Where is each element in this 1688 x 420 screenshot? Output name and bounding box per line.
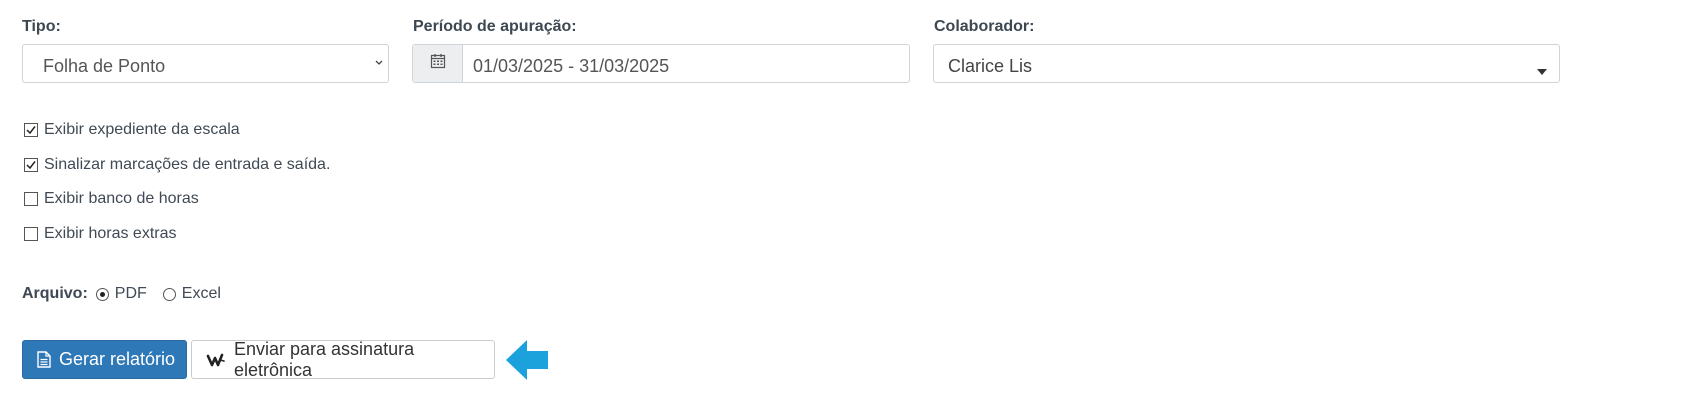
radio-label: Excel: [181, 285, 221, 302]
radio-button[interactable]: [95, 287, 109, 301]
option-label: Exibir expediente da escala: [44, 121, 240, 138]
checkbox[interactable]: [24, 192, 38, 206]
colaborador-label: Colaborador:: [934, 18, 1035, 35]
option-exibir-expediente[interactable]: Exibir expediente da escala: [24, 121, 240, 139]
radio-excel[interactable]: Excel: [162, 285, 221, 303]
checkbox[interactable]: [24, 158, 38, 172]
option-sinalizar-marcacoes[interactable]: Sinalizar marcações de entrada e saída.: [24, 156, 330, 174]
radio-label: PDF: [114, 285, 147, 302]
option-exibir-horas-extras[interactable]: Exibir horas extras: [24, 225, 177, 243]
checkbox[interactable]: [24, 227, 38, 241]
caret-down-icon: [1537, 60, 1547, 81]
option-label: Sinalizar marcações de entrada e saída.: [44, 156, 331, 173]
enviar-assinatura-label: Enviar para assinatura eletrônica: [234, 338, 415, 380]
option-exibir-banco-horas[interactable]: Exibir banco de horas: [24, 190, 199, 208]
gerar-relatorio-button[interactable]: Gerar relatório: [22, 340, 187, 379]
periodo-input[interactable]: 01/03/2025 - 31/03/2025: [412, 44, 910, 83]
arrow-left-icon: [505, 339, 549, 386]
calendar-addon[interactable]: [413, 45, 463, 82]
arquivo-label: Arquivo:: [22, 285, 88, 302]
periodo-label: Período de apuração:: [413, 18, 577, 35]
colaborador-select-value: Clarice Lis: [948, 56, 1033, 76]
checkbox[interactable]: [24, 123, 38, 137]
calendar-icon: [430, 53, 446, 74]
radio-button[interactable]: [162, 287, 176, 301]
colaborador-select[interactable]: Clarice Lis: [933, 44, 1560, 83]
radio-pdf[interactable]: PDF: [95, 285, 147, 303]
gerar-relatorio-label: Gerar relatório: [59, 349, 176, 369]
tipo-select[interactable]: Folha de Ponto: [22, 44, 389, 83]
signature-icon: [206, 352, 226, 368]
option-label: Exibir horas extras: [44, 225, 177, 242]
periodo-value: 01/03/2025 - 31/03/2025: [473, 56, 670, 76]
enviar-assinatura-button[interactable]: Enviar para assinatura eletrônica: [191, 338, 495, 380]
option-label: Exibir banco de horas: [44, 190, 199, 207]
arquivo-group: Arquivo: PDF Excel: [22, 285, 221, 303]
document-icon: [37, 351, 51, 368]
tipo-select-value: Folha de Ponto: [43, 56, 166, 76]
chevron-down-icon: [374, 54, 384, 77]
tipo-label: Tipo:: [22, 18, 61, 35]
